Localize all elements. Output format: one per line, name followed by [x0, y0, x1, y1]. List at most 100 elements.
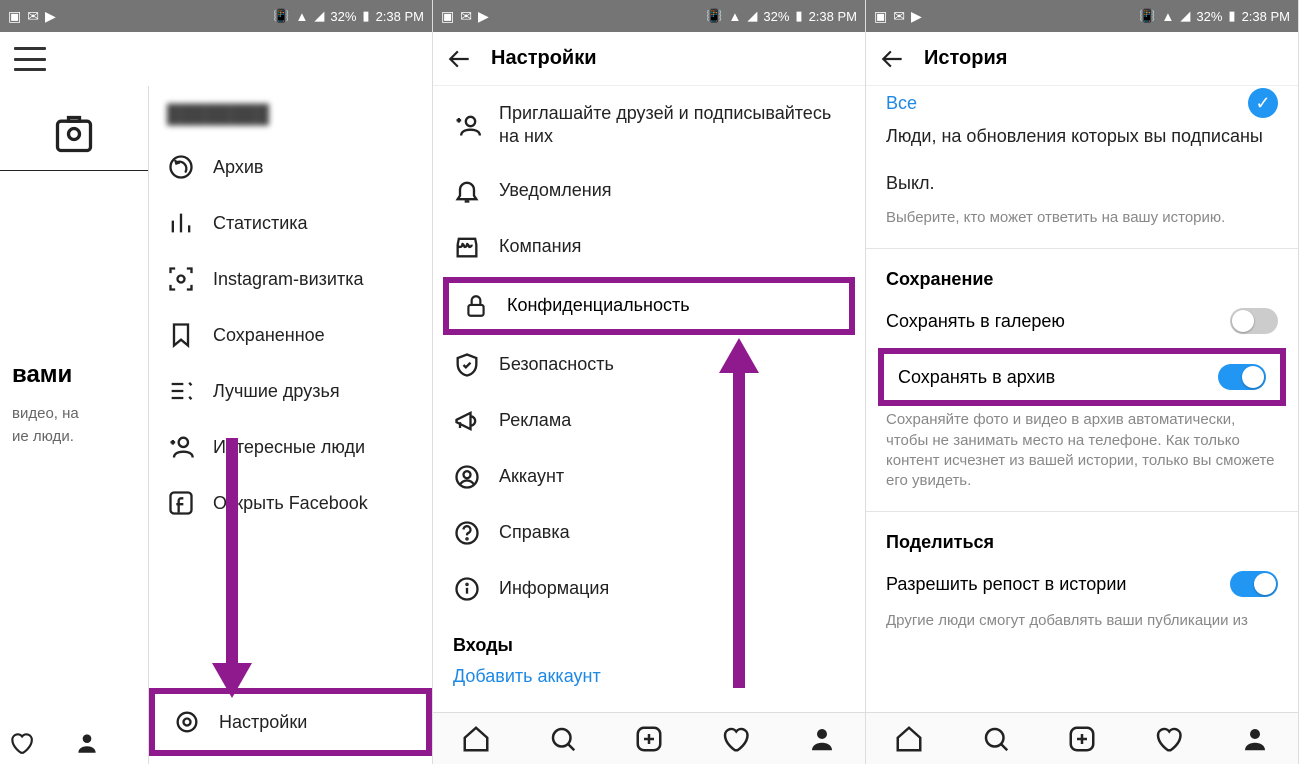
reply-option-followers[interactable]: Люди, на обновления которых вы подписаны [866, 120, 1298, 161]
settings-item-about[interactable]: Информация [433, 561, 865, 617]
label: Приглашайте друзей и подписывайтесь на н… [499, 102, 845, 149]
heart-icon[interactable] [1153, 724, 1183, 754]
play-status-icon: ▶ [45, 8, 56, 25]
battery-pct: 32% [1196, 9, 1222, 24]
story-settings-body: Все ✓ Люди, на обновления которых вы под… [866, 86, 1298, 692]
info-icon [453, 575, 481, 603]
label: Статистика [213, 213, 308, 234]
profile-tab-icon[interactable] [807, 724, 837, 754]
drawer-item-discover-people[interactable]: Интересные люди [149, 419, 432, 475]
play-status-icon: ▶ [911, 8, 922, 25]
home-icon[interactable] [894, 724, 924, 754]
annotation-arrow-down [212, 438, 252, 698]
archive-icon [167, 153, 195, 181]
drawer-item-nametag[interactable]: Instagram-визитка [149, 251, 432, 307]
drawer-item-settings[interactable]: Настройки [149, 688, 432, 756]
drawer-item-stats[interactable]: Статистика [149, 195, 432, 251]
shield-icon [453, 351, 481, 379]
status-bar: ▣✉▶ 📳▲◢32%▮2:38 PM [866, 0, 1298, 32]
gear-icon [173, 708, 201, 736]
settings-item-help[interactable]: Справка [433, 505, 865, 561]
check-icon: ✓ [1248, 88, 1278, 118]
battery-icon: ▮ [362, 8, 369, 24]
play-status-icon: ▶ [478, 8, 489, 25]
mail-status-icon: ✉ [27, 8, 39, 25]
bottom-nav [866, 712, 1298, 764]
profile-tab-icon[interactable] [1240, 724, 1270, 754]
vibrate-icon: 📳 [273, 8, 289, 24]
drawer-item-facebook[interactable]: Открыть Facebook [149, 475, 432, 531]
reply-hint: Выберите, кто может ответить на вашу ист… [866, 206, 1298, 242]
settings-item-ads[interactable]: Реклама [433, 393, 865, 449]
header-title: Настройки [491, 47, 597, 70]
tag-person-icon[interactable] [52, 112, 96, 156]
label: Аккаунт [499, 466, 564, 487]
wifi-icon: ▲ [296, 9, 309, 24]
toggle-allow-repost[interactable]: Разрешить репост в истории [866, 559, 1298, 609]
toggle-save-gallery[interactable]: Сохранять в галерею [866, 296, 1298, 346]
settings-item-privacy[interactable]: Конфиденциальность [443, 277, 855, 335]
phone-1-profile-drawer: ▣ ✉ ▶ 📳 ▲ ◢ 32% ▮ 2:38 PM вами видео, на… [0, 0, 433, 764]
label: Все [886, 93, 917, 114]
gallery-status-icon: ▣ [874, 8, 887, 25]
battery-icon: ▮ [1228, 8, 1235, 24]
search-icon[interactable] [981, 724, 1011, 754]
storefront-icon [453, 233, 481, 261]
header-title: История [924, 47, 1007, 70]
hamburger-icon[interactable] [14, 47, 46, 71]
add-post-icon[interactable] [1067, 724, 1097, 754]
toggle-off[interactable] [1230, 308, 1278, 334]
section-saving: Сохранение [866, 255, 1298, 296]
signal-icon: ◢ [1180, 8, 1190, 24]
toggle-on[interactable] [1218, 364, 1266, 390]
lock-icon [463, 293, 489, 319]
settings-logins-section: Входы [433, 617, 865, 662]
back-arrow-icon[interactable] [447, 46, 473, 72]
stats-icon [167, 209, 195, 237]
gallery-status-icon: ▣ [8, 8, 21, 25]
annotation-arrow-up [719, 338, 759, 688]
profile-tab-icon[interactable] [74, 730, 100, 756]
settings-item-account[interactable]: Аккаунт [433, 449, 865, 505]
label: Instagram-визитка [213, 269, 363, 290]
add-person-icon [453, 111, 481, 139]
heart-icon[interactable] [8, 730, 34, 756]
signal-icon: ◢ [747, 8, 757, 24]
settings-item-notifications[interactable]: Уведомления [433, 163, 865, 219]
search-icon[interactable] [548, 724, 578, 754]
nametag-icon [167, 265, 195, 293]
battery-pct: 32% [763, 9, 789, 24]
gallery-status-icon: ▣ [441, 8, 454, 25]
heart-icon[interactable] [720, 724, 750, 754]
label: Безопасность [499, 354, 614, 375]
bookmark-icon [167, 321, 195, 349]
settings-item-security[interactable]: Безопасность [433, 337, 865, 393]
strip-sub2: ие люди. [6, 426, 142, 447]
label: Сохраненное [213, 325, 325, 346]
label: Архив [213, 157, 263, 178]
settings-item-business[interactable]: Компания [433, 219, 865, 275]
story-header: История [866, 32, 1298, 86]
back-arrow-icon[interactable] [880, 46, 906, 72]
drawer-item-saved[interactable]: Сохраненное [149, 307, 432, 363]
label: Лучшие друзья [213, 381, 340, 402]
reply-option-off[interactable]: Выкл. [866, 161, 1298, 206]
status-bar: ▣✉▶ 📳▲◢32%▮2:38 PM [433, 0, 865, 32]
home-icon[interactable] [461, 724, 491, 754]
reply-option-all[interactable]: Все ✓ [866, 86, 1298, 120]
wifi-icon: ▲ [1162, 9, 1175, 24]
wifi-icon: ▲ [729, 9, 742, 24]
toggle-save-archive[interactable]: Сохранять в архив [878, 348, 1286, 406]
settings-item-invite[interactable]: Приглашайте друзей и подписывайтесь на н… [433, 88, 865, 163]
archive-hint: Сохраняйте фото и видео в архив автомати… [866, 408, 1298, 505]
help-icon [453, 519, 481, 547]
settings-header: Настройки [433, 32, 865, 86]
toggle-on[interactable] [1230, 571, 1278, 597]
drawer-item-archive[interactable]: Архив [149, 139, 432, 195]
vibrate-icon: 📳 [706, 8, 722, 24]
facebook-icon [167, 489, 195, 517]
add-post-icon[interactable] [634, 724, 664, 754]
profile-header [0, 32, 432, 86]
label: Справка [499, 522, 570, 543]
drawer-item-close-friends[interactable]: Лучшие друзья [149, 363, 432, 419]
